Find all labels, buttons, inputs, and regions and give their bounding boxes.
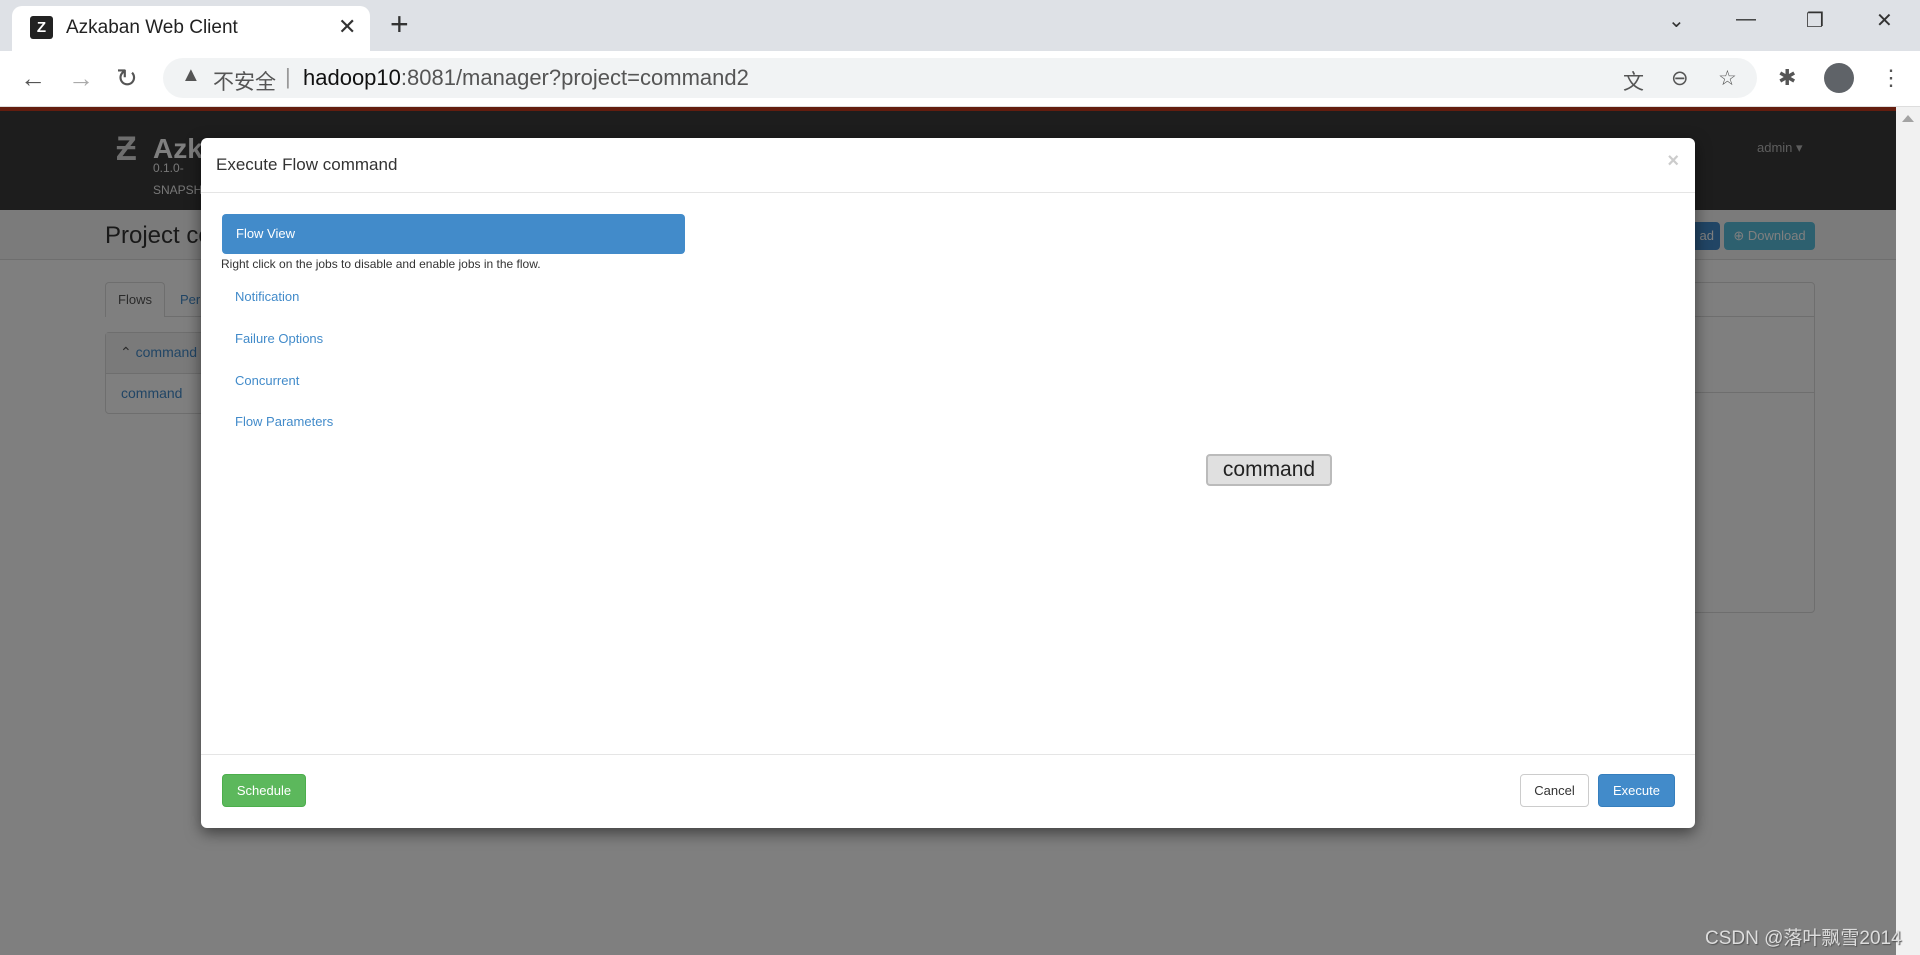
tab-title: Azkaban Web Client bbox=[66, 17, 238, 38]
scrollbar[interactable] bbox=[1896, 107, 1920, 955]
nav-flow-view[interactable]: Flow View bbox=[222, 214, 685, 254]
window-close-icon[interactable]: ✕ bbox=[1876, 8, 1893, 33]
job-node[interactable]: command bbox=[1206, 454, 1332, 486]
url-input[interactable]: ▲ 不安全 | hadoop10:8081/manager?project=co… bbox=[163, 58, 1757, 98]
flow-view-hint: Right click on the jobs to disable and e… bbox=[221, 257, 541, 271]
divider: | bbox=[285, 64, 291, 89]
back-icon[interactable]: ← bbox=[20, 63, 46, 94]
tab-close-icon[interactable]: ✕ bbox=[338, 14, 356, 40]
minimize-icon[interactable]: — bbox=[1736, 8, 1756, 31]
nav-notification[interactable]: Notification bbox=[235, 289, 299, 304]
scroll-up-icon[interactable] bbox=[1902, 115, 1914, 122]
tab-search-icon[interactable]: ⌄ bbox=[1668, 8, 1685, 33]
forward-icon[interactable]: → bbox=[68, 63, 94, 94]
execute-flow-modal: Execute Flow command × Flow View Right c… bbox=[201, 138, 1695, 828]
url-path: :8081/manager?project=command2 bbox=[400, 65, 749, 90]
warning-icon: ▲ bbox=[181, 64, 201, 86]
modal-footer-divider bbox=[201, 754, 1695, 755]
modal-header: Execute Flow command × bbox=[201, 138, 1695, 193]
close-icon[interactable]: × bbox=[1667, 150, 1679, 173]
menu-icon[interactable]: ⋮ bbox=[1880, 65, 1902, 91]
watermark: CSDN @落叶飘雪2014 bbox=[1705, 928, 1902, 949]
nav-concurrent[interactable]: Concurrent bbox=[235, 373, 299, 388]
translate-icon[interactable]: ⽂ bbox=[1623, 66, 1644, 96]
reload-icon[interactable]: ↻ bbox=[116, 63, 138, 94]
url-host: hadoop10 bbox=[303, 65, 401, 90]
browser-tab-bar: Z Azkaban Web Client ✕ + ⌄ — ❐ ✕ bbox=[0, 0, 1920, 51]
zoom-icon[interactable]: ⊖ bbox=[1671, 66, 1689, 91]
restore-icon[interactable]: ❐ bbox=[1806, 8, 1824, 33]
nav-failure-options[interactable]: Failure Options bbox=[235, 331, 323, 346]
url-text: hadoop10:8081/manager?project=command2 bbox=[303, 65, 749, 91]
nav-flow-parameters[interactable]: Flow Parameters bbox=[235, 414, 333, 429]
profile-avatar-icon[interactable] bbox=[1824, 63, 1854, 93]
address-bar-row: ← → ↻ ▲ 不安全 | hadoop10:8081/manager?proj… bbox=[0, 51, 1920, 107]
insecure-label: 不安全 bbox=[213, 71, 276, 94]
bookmark-star-icon[interactable]: ☆ bbox=[1718, 66, 1737, 91]
browser-tab[interactable]: Z Azkaban Web Client ✕ bbox=[12, 6, 370, 51]
schedule-button[interactable]: Schedule bbox=[222, 774, 306, 807]
modal-title: Execute Flow command bbox=[216, 155, 398, 174]
extensions-icon[interactable]: ✱ bbox=[1778, 65, 1796, 91]
execute-button[interactable]: Execute bbox=[1598, 774, 1675, 807]
cancel-button[interactable]: Cancel bbox=[1520, 774, 1589, 807]
new-tab-icon[interactable]: + bbox=[390, 6, 409, 43]
azkaban-favicon-icon: Z bbox=[30, 16, 53, 39]
